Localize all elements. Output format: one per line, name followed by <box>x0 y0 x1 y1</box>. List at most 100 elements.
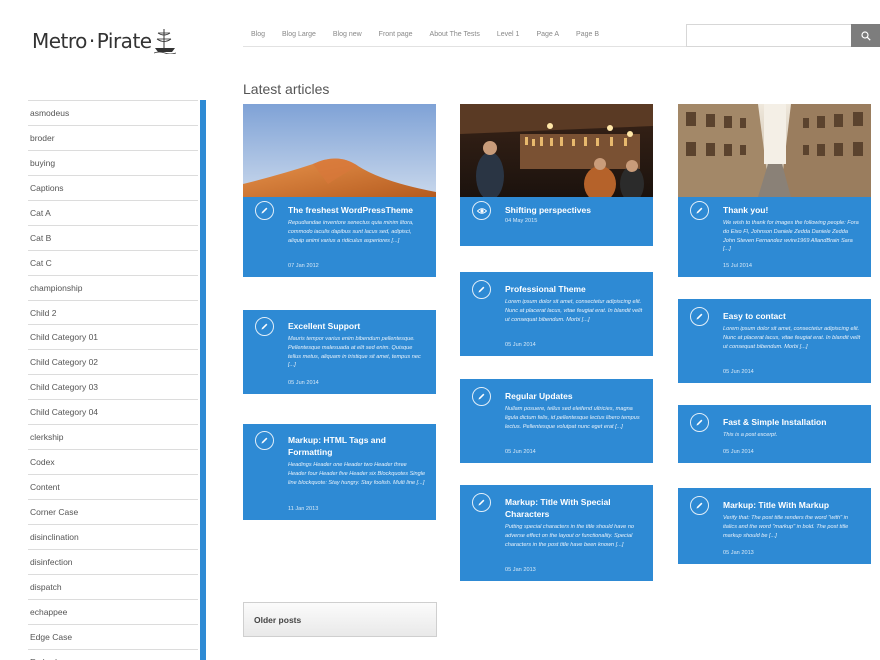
article-date: 11 Jan 2013 <box>288 506 319 512</box>
post-format-icon <box>255 317 274 336</box>
article-date: 05 Jun 2014 <box>288 380 319 386</box>
sidebar-item[interactable]: asmodeus <box>28 100 198 125</box>
article-date: 05 Jun 2014 <box>505 449 536 455</box>
article-excerpt: Nullam posuere, tellus sed eleifend ultr… <box>505 406 640 430</box>
article-thumbnail[interactable] <box>460 104 653 197</box>
article-excerpt: Mauris tempor varius enim bibendum pelle… <box>288 336 421 369</box>
article-card[interactable]: Professional Theme Lorem ipsum dolor sit … <box>460 272 653 356</box>
pencil-icon <box>261 323 268 330</box>
nav-item[interactable]: Blog new <box>333 31 362 38</box>
article-card[interactable]: Thank you! We wish to thank for images th… <box>678 104 871 277</box>
nav-item[interactable]: Front page <box>379 31 413 38</box>
older-posts-button[interactable]: Older posts <box>243 602 437 637</box>
article-title[interactable]: Professional Theme <box>505 283 643 295</box>
article-card[interactable]: The freshest WordPressTheme Repudiandae i… <box>243 104 436 277</box>
nav-list: Blog Blog Large Blog new Front page About Th… <box>251 31 616 38</box>
sidebar-item[interactable]: Content <box>28 474 198 499</box>
search-button[interactable] <box>851 24 880 47</box>
eye-icon <box>476 207 487 214</box>
nav-item[interactable]: Blog Large <box>282 31 316 38</box>
article-title[interactable]: Markup: Title With Special Characters <box>505 496 643 520</box>
logo-text-right: Pirate <box>96 29 152 53</box>
article-date: 15 Jul 2014 <box>723 263 752 269</box>
sidebar-item[interactable]: disinclination <box>28 523 198 549</box>
article-excerpt: Putting special characters in the title … <box>505 524 635 548</box>
article-title[interactable]: Easy to contact <box>723 310 861 322</box>
pencil-icon <box>696 207 703 214</box>
article-card[interactable]: Easy to contact Lorem ipsum dolor sit ame… <box>678 299 871 383</box>
post-format-icon <box>472 201 491 220</box>
pencil-icon <box>696 419 703 426</box>
pencil-icon <box>696 313 703 320</box>
article-title[interactable]: Thank you! <box>723 204 861 216</box>
nav-item[interactable]: Page A <box>536 31 559 38</box>
search-input[interactable] <box>686 24 851 47</box>
article-card[interactable]: Markup: HTML Tags and Formatting Headings… <box>243 424 436 520</box>
sidebar-item[interactable]: clerkship <box>28 424 198 449</box>
post-format-icon <box>690 413 709 432</box>
pencil-icon <box>478 499 485 506</box>
nav-item[interactable]: Blog <box>251 31 265 38</box>
article-title[interactable]: Excellent Support <box>288 320 426 332</box>
pirate-ship-icon <box>153 29 176 54</box>
sidebar-item[interactable]: Captions <box>28 174 198 200</box>
pencil-icon <box>696 502 703 509</box>
article-title[interactable]: Markup: Title With Markup <box>723 499 861 511</box>
article-title[interactable]: Shifting perspectives <box>505 204 643 216</box>
article-card[interactable]: Markup: Title With Markup Verify that: Th… <box>678 488 871 564</box>
article-card[interactable]: Markup: Title With Special Characters Put… <box>460 485 653 581</box>
article-card[interactable]: Fast & Simple Installation This is a post… <box>678 405 871 463</box>
article-thumbnail[interactable] <box>678 104 871 197</box>
nav-item[interactable]: Level 1 <box>497 31 520 38</box>
article-title[interactable]: Regular Updates <box>505 390 643 402</box>
page-title: Latest articles <box>243 81 330 97</box>
sidebar-item[interactable]: buying <box>28 149 198 175</box>
sidebar-item[interactable]: echappee <box>28 598 198 624</box>
sidebar-item[interactable]: Child Category 02 <box>28 349 198 374</box>
sidebar-item[interactable]: dispatch <box>28 573 198 599</box>
pencil-icon <box>478 393 485 400</box>
site-logo[interactable]: Metro · Pirate <box>32 26 176 56</box>
article-card[interactable]: Excellent Support Mauris tempor varius en… <box>243 310 436 394</box>
sidebar-item[interactable]: Child Category 01 <box>28 324 198 349</box>
article-thumbnail[interactable] <box>243 104 436 197</box>
article-date: 04 May 2015 <box>505 218 538 224</box>
post-format-icon <box>255 431 274 450</box>
post-format-icon <box>690 496 709 515</box>
article-card[interactable]: Regular Updates Nullam posuere, tellus se… <box>460 379 653 463</box>
sidebar-item[interactable]: Edge Case <box>28 623 198 649</box>
sidebar-item[interactable]: Cat B <box>28 224 198 250</box>
sidebar-item[interactable]: Child Category 03 <box>28 374 198 399</box>
article-excerpt: This is a post excerpt. <box>723 432 778 438</box>
post-format-icon <box>690 201 709 220</box>
post-format-icon <box>690 307 709 326</box>
article-title[interactable]: Markup: HTML Tags and Formatting <box>288 434 426 458</box>
sidebar-item[interactable]: Corner Case <box>28 499 198 524</box>
sidebar-item[interactable]: Codex <box>28 449 198 474</box>
nav-item[interactable]: Page B <box>576 31 599 38</box>
pencil-icon <box>261 437 268 444</box>
sidebar-item[interactable]: Cat A <box>28 199 198 225</box>
article-date: 05 Jan 2013 <box>505 567 536 573</box>
sidebar-item[interactable]: Child 2 <box>28 299 198 325</box>
search-icon <box>860 30 871 41</box>
sidebar-item[interactable]: championship <box>28 274 198 300</box>
article-title[interactable]: The freshest WordPressTheme <box>288 204 426 216</box>
article-date: 05 Jan 2013 <box>723 550 754 556</box>
sidebar-item[interactable]: disinfection <box>28 548 198 574</box>
sidebar-item[interactable]: broder <box>28 124 198 150</box>
article-excerpt: Repudiandae inventore senectus quia mini… <box>288 220 414 244</box>
nav-item[interactable]: About The Tests <box>430 31 480 38</box>
article-card[interactable]: Shifting perspectives 04 May 2015 <box>460 104 653 246</box>
logo-text-left: Metro <box>32 29 87 53</box>
article-title[interactable]: Fast & Simple Installation <box>723 416 861 428</box>
pencil-icon <box>478 286 485 293</box>
article-date: 05 Jun 2014 <box>505 342 536 348</box>
sidebar-item[interactable]: Cat C <box>28 249 198 275</box>
sidebar-accent-bar <box>200 100 206 660</box>
post-format-icon <box>255 201 274 220</box>
sidebar-item[interactable]: Child Category 04 <box>28 399 198 424</box>
article-excerpt: Headings Header one Header two Header th… <box>288 462 426 486</box>
sidebar-item[interactable]: Embeds <box>28 648 198 660</box>
logo-text-dot: · <box>88 29 95 53</box>
